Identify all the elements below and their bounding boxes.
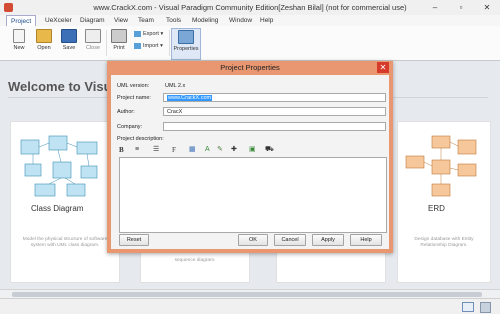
- ok-button[interactable]: OK: [238, 234, 268, 246]
- status-bar: [0, 298, 500, 314]
- class-diagram-desc: Model the physical structure of software…: [22, 237, 108, 248]
- erd-thumbnail: [405, 135, 477, 197]
- project-name-input[interactable]: www.CrackX.com: [163, 93, 386, 102]
- project-name-label: Project name:: [117, 95, 151, 101]
- author-input[interactable]: CracX: [163, 107, 386, 116]
- project-name-value: www.CrackX.com: [167, 95, 213, 101]
- export-label: Export: [143, 31, 159, 37]
- bold-button[interactable]: B: [119, 145, 124, 155]
- uml-version-label: UML version:: [117, 83, 150, 89]
- cancel-button[interactable]: Cancel: [274, 234, 306, 246]
- menu-view[interactable]: View: [114, 15, 128, 26]
- save-icon: [61, 29, 77, 43]
- author-label: Author:: [117, 109, 135, 115]
- menu-window[interactable]: Window: [229, 15, 252, 26]
- save-label: Save: [62, 45, 76, 51]
- list-button[interactable]: ☰: [153, 145, 159, 155]
- project-description-label: Project description:: [117, 136, 164, 142]
- sequence-diagram-desc: sequence diagram.: [174, 258, 216, 263]
- find-button[interactable]: ⛟: [265, 145, 274, 155]
- project-properties-dialog: Project Properties ✕ UML version: UML 2.…: [107, 61, 393, 253]
- align-button[interactable]: ≡: [135, 145, 139, 155]
- erd-title: ERD: [428, 204, 445, 213]
- edit-button[interactable]: ✎: [217, 145, 223, 155]
- insert-button[interactable]: ✚: [231, 145, 237, 155]
- menu-uexceler[interactable]: UeXceler: [45, 15, 72, 26]
- import-dropdown-icon: ▾: [160, 43, 163, 49]
- class-diagram-thumbnail: [20, 135, 98, 197]
- menu-tools[interactable]: Tools: [166, 15, 181, 26]
- menu-bar: Project UeXceler Diagram View Team Tools…: [0, 15, 500, 27]
- reset-button[interactable]: Reset: [119, 234, 149, 246]
- font-button[interactable]: F: [172, 145, 176, 155]
- company-input[interactable]: [163, 122, 386, 131]
- close-project-button[interactable]: Close: [82, 28, 104, 58]
- ribbon-toolbar: New Open Save Close Print Export ▾ Impor…: [0, 26, 500, 61]
- text-color-button[interactable]: A: [205, 145, 210, 155]
- print-button[interactable]: Print: [108, 28, 130, 58]
- save-button[interactable]: Save: [58, 28, 80, 58]
- open-button[interactable]: Open: [33, 28, 55, 58]
- menu-diagram[interactable]: Diagram: [80, 15, 105, 26]
- export-icon: [134, 30, 141, 37]
- new-button[interactable]: New: [8, 28, 30, 58]
- close-project-icon: [85, 29, 101, 43]
- menu-help[interactable]: Help: [260, 15, 273, 26]
- notes-icon[interactable]: [480, 302, 491, 313]
- export-button[interactable]: Export ▾: [134, 29, 163, 39]
- open-folder-icon: [36, 29, 52, 43]
- uml-version-value: UML 2.x: [165, 83, 186, 89]
- maximize-button[interactable]: ▫: [448, 0, 474, 15]
- properties-button[interactable]: Properties: [171, 28, 201, 60]
- ribbon-divider: [169, 30, 170, 56]
- help-button[interactable]: Help: [350, 234, 382, 246]
- import-button[interactable]: Import ▾: [134, 41, 163, 51]
- open-label: Open: [37, 45, 51, 51]
- title-bar: www.CrackX.com - Visual Paradigm Communi…: [0, 0, 500, 16]
- company-label: Company:: [117, 124, 143, 130]
- export-dropdown-icon: ▾: [160, 31, 164, 37]
- close-window-button[interactable]: ✕: [474, 0, 500, 15]
- erd-card[interactable]: ERD Design database with Entity Relation…: [397, 121, 491, 283]
- new-label: New: [13, 45, 25, 51]
- scrollbar-thumb[interactable]: [12, 292, 482, 297]
- print-label: Print: [113, 45, 125, 51]
- properties-icon: [178, 30, 194, 44]
- class-diagram-title: Class Diagram: [31, 204, 84, 213]
- properties-label: Properties: [173, 46, 199, 52]
- close-label: Close: [85, 45, 101, 51]
- minimize-button[interactable]: –: [422, 0, 448, 15]
- table-button[interactable]: ▦: [189, 145, 196, 155]
- erd-desc: Design database with Entity Relationship…: [414, 237, 474, 248]
- dialog-title: Project Properties: [220, 63, 280, 72]
- import-label: Import: [143, 43, 159, 49]
- image-button[interactable]: ▣: [249, 145, 256, 155]
- ribbon-divider: [106, 30, 107, 56]
- new-icon: [13, 29, 25, 43]
- welcome-heading: Welcome to Visu: [8, 79, 112, 94]
- menu-team[interactable]: Team: [138, 15, 154, 26]
- print-icon: [111, 29, 127, 43]
- class-diagram-card[interactable]: Class Diagram Model the physical structu…: [10, 121, 120, 283]
- menu-modeling[interactable]: Modeling: [192, 15, 218, 26]
- project-description-editor[interactable]: [119, 157, 387, 233]
- apply-button[interactable]: Apply: [312, 234, 344, 246]
- import-icon: [134, 42, 141, 49]
- mail-icon[interactable]: [462, 302, 474, 312]
- dialog-close-button[interactable]: ✕: [377, 62, 389, 73]
- description-toolbar: B ≡ ☰ F ▦ A ✎ ✚ ▣ ⛟: [117, 145, 385, 156]
- dialog-body: UML version: UML 2.x Project name: www.C…: [111, 75, 389, 249]
